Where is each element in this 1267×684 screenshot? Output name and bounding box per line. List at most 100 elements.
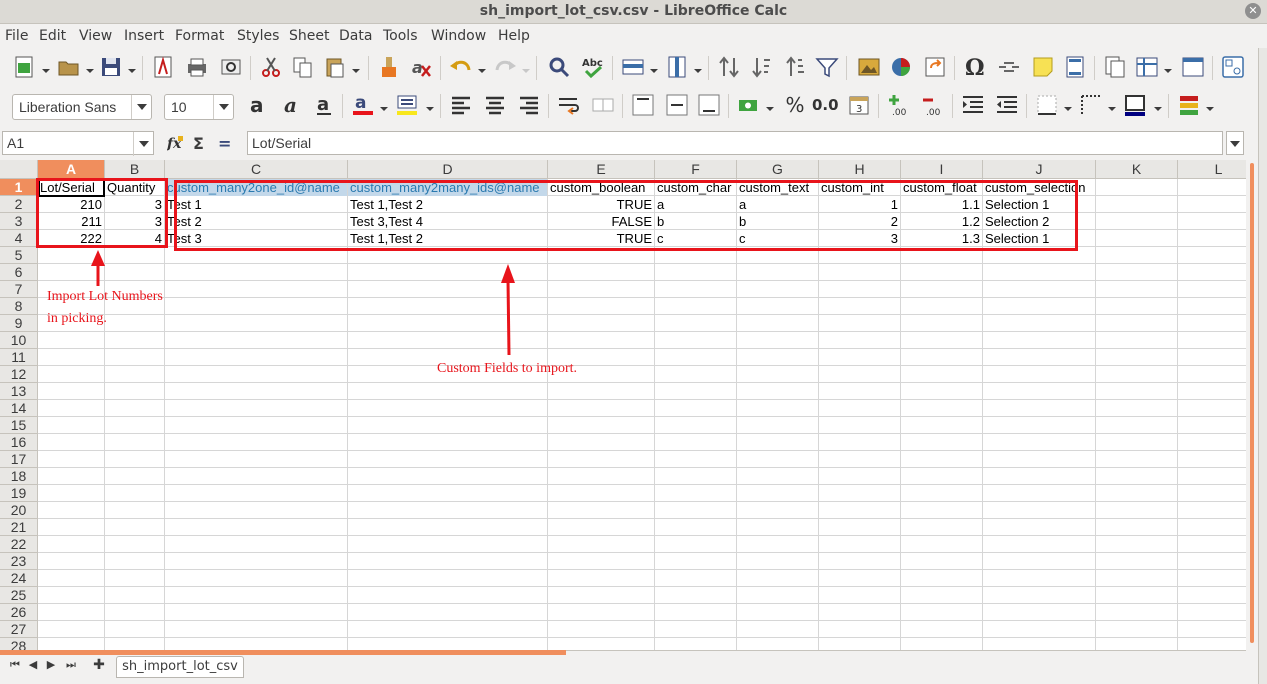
- row-header-8[interactable]: 8: [0, 298, 38, 315]
- column-icon[interactable]: [664, 54, 690, 80]
- redo-icon[interactable]: [492, 54, 518, 80]
- row-header-13[interactable]: 13: [0, 383, 38, 400]
- percent-format-icon[interactable]: %: [782, 92, 808, 118]
- row-header-22[interactable]: 22: [0, 536, 38, 553]
- previous-sheet-icon[interactable]: ◀: [26, 658, 40, 672]
- delete-decimal-place-icon[interactable]: .00: [920, 92, 946, 118]
- next-sheet-icon[interactable]: ▶: [44, 658, 58, 672]
- sort-icon[interactable]: [716, 54, 742, 80]
- print-icon[interactable]: [184, 54, 210, 80]
- horizontal-scroll-thumb[interactable]: [0, 650, 566, 655]
- insert-image-icon[interactable]: [856, 54, 882, 80]
- underline-icon[interactable]: a: [312, 92, 338, 118]
- add-sheet-icon[interactable]: ✚: [92, 658, 106, 672]
- row-header-9[interactable]: 9: [0, 315, 38, 332]
- chevron-down-icon[interactable]: [380, 102, 388, 111]
- align-right-icon[interactable]: [516, 92, 542, 118]
- row-header-25[interactable]: 25: [0, 587, 38, 604]
- paste-icon[interactable]: [322, 54, 348, 80]
- chevron-down-icon[interactable]: [650, 64, 658, 73]
- column-header-e[interactable]: E: [548, 160, 655, 179]
- bold-icon[interactable]: a: [246, 92, 272, 118]
- chevron-down-icon[interactable]: [426, 102, 434, 111]
- column-header-c[interactable]: C: [165, 160, 348, 179]
- export-pdf-icon[interactable]: [150, 54, 176, 80]
- row-header-11[interactable]: 11: [0, 349, 38, 366]
- formula-icon[interactable]: =: [218, 134, 231, 153]
- center-vertically-icon[interactable]: [664, 92, 690, 118]
- comment-icon[interactable]: [1030, 54, 1056, 80]
- align-bottom-icon[interactable]: [696, 92, 722, 118]
- close-icon[interactable]: ✕: [1245, 3, 1261, 19]
- menu-sheet[interactable]: Sheet: [289, 28, 329, 44]
- sum-icon[interactable]: Σ: [193, 134, 204, 153]
- find-replace-icon[interactable]: [546, 54, 572, 80]
- define-print-area-icon[interactable]: [1102, 54, 1128, 80]
- chevron-down-icon[interactable]: [133, 132, 153, 156]
- print-preview-icon[interactable]: [218, 54, 244, 80]
- row-header-3[interactable]: 3: [0, 213, 38, 230]
- number-format-icon[interactable]: 0.0: [812, 92, 839, 118]
- first-sheet-icon[interactable]: ⏮: [8, 658, 22, 672]
- row-header-4[interactable]: 4: [0, 230, 38, 247]
- split-window-icon[interactable]: [1180, 54, 1206, 80]
- chevron-down-icon[interactable]: [1064, 102, 1072, 111]
- italic-icon[interactable]: a: [280, 92, 306, 118]
- row-header-28[interactable]: 28: [0, 638, 38, 650]
- headers-footers-icon[interactable]: [1062, 54, 1088, 80]
- wrap-text-icon[interactable]: [556, 92, 582, 118]
- column-header-b[interactable]: B: [105, 160, 165, 179]
- row-header-23[interactable]: 23: [0, 553, 38, 570]
- increase-indent-icon[interactable]: [960, 92, 986, 118]
- row-header-18[interactable]: 18: [0, 468, 38, 485]
- row-header-24[interactable]: 24: [0, 570, 38, 587]
- autofilter-icon[interactable]: [814, 54, 840, 80]
- insert-chart-icon[interactable]: [888, 54, 914, 80]
- sheet-tab[interactable]: sh_import_lot_csv: [116, 656, 244, 678]
- align-center-icon[interactable]: [482, 92, 508, 118]
- column-header-f[interactable]: F: [655, 160, 737, 179]
- row-header-12[interactable]: 12: [0, 366, 38, 383]
- cut-icon[interactable]: [258, 54, 284, 80]
- date-format-icon[interactable]: 3: [846, 92, 872, 118]
- copy-icon[interactable]: [290, 54, 316, 80]
- sort-ascending-icon[interactable]: [782, 54, 808, 80]
- chevron-down-icon[interactable]: [128, 64, 136, 73]
- row-header-14[interactable]: 14: [0, 400, 38, 417]
- undo-icon[interactable]: [448, 54, 474, 80]
- align-left-icon[interactable]: [448, 92, 474, 118]
- spelling-icon[interactable]: Abc: [580, 54, 606, 80]
- select-all-corner[interactable]: [0, 160, 38, 179]
- row-header-20[interactable]: 20: [0, 502, 38, 519]
- chevron-down-icon[interactable]: [766, 102, 774, 111]
- chevron-down-icon[interactable]: [131, 95, 151, 119]
- menu-insert[interactable]: Insert: [124, 28, 164, 44]
- row-header-15[interactable]: 15: [0, 417, 38, 434]
- row-header-10[interactable]: 10: [0, 332, 38, 349]
- chevron-down-icon[interactable]: [352, 64, 360, 73]
- chevron-down-icon[interactable]: [522, 64, 530, 73]
- last-sheet-icon[interactable]: ⏭: [64, 658, 78, 672]
- borders-icon[interactable]: [1034, 92, 1060, 118]
- chevron-down-icon[interactable]: [1164, 64, 1172, 73]
- column-header-d[interactable]: D: [348, 160, 548, 179]
- row-header-6[interactable]: 6: [0, 264, 38, 281]
- column-header-j[interactable]: J: [983, 160, 1096, 179]
- vertical-scroll-thumb[interactable]: [1250, 163, 1254, 643]
- menu-format[interactable]: Format: [175, 28, 224, 44]
- chevron-down-icon[interactable]: [213, 95, 233, 119]
- new-spreadsheet-icon[interactable]: [12, 54, 38, 80]
- menu-file[interactable]: File: [5, 28, 28, 44]
- row-header-5[interactable]: 5: [0, 247, 38, 264]
- column-header-l[interactable]: L: [1178, 160, 1246, 179]
- row-header-2[interactable]: 2: [0, 196, 38, 213]
- function-wizard-icon[interactable]: fx: [166, 134, 185, 152]
- menu-view[interactable]: View: [79, 28, 112, 44]
- pivot-table-icon[interactable]: [922, 54, 948, 80]
- row-header-7[interactable]: 7: [0, 281, 38, 298]
- menu-window[interactable]: Window: [431, 28, 486, 44]
- expand-formula-bar-button[interactable]: [1226, 131, 1244, 155]
- save-icon[interactable]: [98, 54, 124, 80]
- conditional-format-icon[interactable]: [1176, 92, 1202, 118]
- sort-descending-icon[interactable]: [748, 54, 774, 80]
